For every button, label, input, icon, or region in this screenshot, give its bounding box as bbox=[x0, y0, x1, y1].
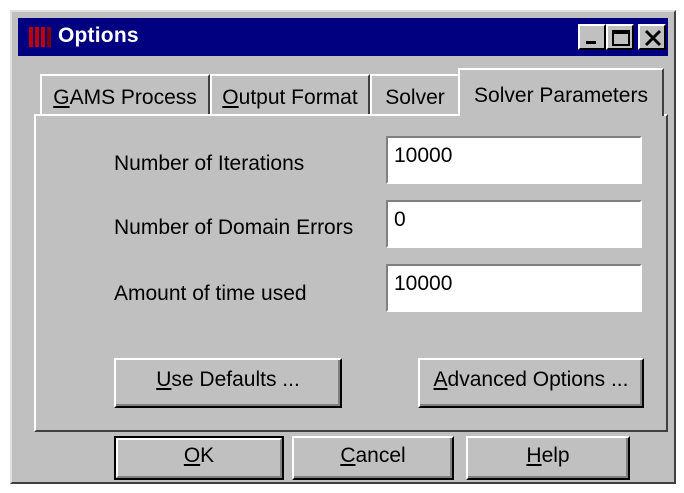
maximize-icon bbox=[612, 30, 630, 46]
use-defaults-button[interactable]: Use Defaults ... bbox=[114, 358, 342, 408]
maximize-button[interactable] bbox=[606, 24, 634, 50]
app-icon bbox=[28, 26, 52, 48]
window-title: Options bbox=[58, 24, 139, 47]
advanced-options-button[interactable]: Advanced Options ... bbox=[418, 358, 644, 408]
domain-errors-label: Number of Domain Errors bbox=[114, 216, 354, 239]
tab-solver-parameters[interactable]: Solver Parameters bbox=[458, 68, 664, 116]
minimize-button[interactable] bbox=[578, 24, 606, 50]
time-used-label: Amount of time used bbox=[114, 282, 307, 305]
cancel-button[interactable]: Cancel bbox=[292, 436, 454, 480]
iterations-label: Number of Iterations bbox=[114, 152, 305, 175]
time-used-field[interactable]: 10000 bbox=[386, 264, 642, 312]
tab-solver[interactable]: Solver bbox=[370, 74, 460, 114]
tab-label: Solver bbox=[385, 86, 445, 109]
tab-output-format[interactable]: Output Format bbox=[210, 74, 370, 114]
tab-label: Output Format bbox=[222, 86, 358, 109]
domain-errors-field[interactable]: 0 bbox=[386, 200, 642, 248]
tab-gams-process[interactable]: GAMS Process bbox=[40, 74, 210, 114]
tab-label: GAMS Process bbox=[53, 86, 197, 109]
minimize-icon bbox=[586, 41, 596, 44]
ok-button[interactable]: OK bbox=[114, 436, 284, 480]
iterations-field[interactable]: 10000 bbox=[386, 136, 642, 184]
close-button[interactable] bbox=[638, 24, 666, 50]
close-icon bbox=[644, 29, 662, 47]
tab-label: Solver Parameters bbox=[474, 84, 648, 107]
title-bar[interactable]: Options bbox=[18, 18, 668, 56]
help-button[interactable]: Help bbox=[466, 436, 630, 480]
